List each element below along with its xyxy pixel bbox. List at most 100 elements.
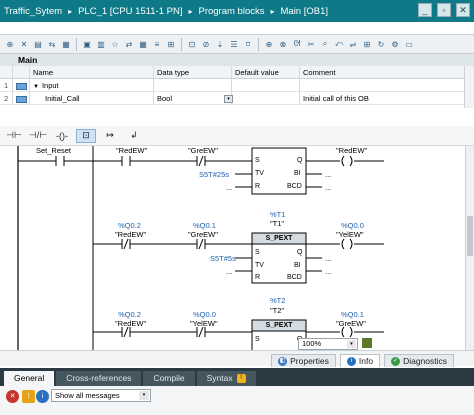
breadcrumb-project[interactable]: Traffic_Sytem [4,6,62,17]
open-all-icon[interactable]: ⊞ [165,38,177,50]
open-branch-icon[interactable]: ↦ [100,129,120,143]
toggle-icon[interactable]: ▤ [32,38,44,50]
tab-properties[interactable]: ◧ Properties [271,354,336,367]
favorites-icon[interactable]: ☆ [109,38,121,50]
expand-triangle-icon[interactable]: ▼ [33,84,39,90]
error-filter-icon[interactable]: ✕ [6,390,19,403]
tab-syntax[interactable]: Syntax ! [196,371,256,386]
normally-open-contact-icon[interactable]: ⊣⊢ [4,129,24,143]
settings-icon[interactable]: ⚙ [389,38,401,50]
rung2-bi-output[interactable]: ... [325,254,331,263]
breadcrumb-plc[interactable]: PLC_1 [CPU 1511-1 PN] [78,6,182,17]
rung3-coil-label[interactable]: "GreEW" [336,319,366,328]
window-icon[interactable]: ▭ [403,38,415,50]
rung1-contact2-label[interactable]: "RedEW" [116,146,147,155]
tab-compile[interactable]: Compile [143,371,195,386]
cell-data-type[interactable]: Bool [154,92,232,105]
rung1-tv-value[interactable]: S5T#25s [199,170,229,179]
cell-comment[interactable]: Initial call of this OB [300,92,464,105]
message-filter-dropdown-icon[interactable]: ▾ [139,391,149,400]
breakpoint-icon[interactable]: ⊘ [200,38,212,50]
cell-name[interactable]: Initial_Call [30,92,154,105]
close-button[interactable]: ✕ [456,3,470,17]
assign-icon[interactable]: ⇆ [46,38,58,50]
call-structure-icon[interactable]: ⊞ [361,38,373,50]
interface-scrollbar[interactable] [464,66,474,108]
cell-comment[interactable] [300,79,464,92]
cell-name[interactable]: ▼ Input [30,79,154,92]
rung2-tv-value[interactable]: S5T#5s [210,254,236,263]
rung1-coil-label[interactable]: "RedEW" [336,146,367,155]
table-row[interactable]: 1 ▼ Input [0,79,464,92]
glasses-icon[interactable]: ᘛ [291,38,303,50]
rung1-r-input[interactable]: ... [226,183,232,192]
rung2-coil-label[interactable]: "YelEW" [336,230,364,239]
monitoring-icon[interactable]: ⊡ [186,38,198,50]
cut-icon[interactable]: ✂ [305,38,317,50]
data-type-dropdown-button[interactable]: ▾ [224,95,233,103]
overview-icon[interactable] [362,338,372,348]
grid-icon[interactable]: ▦ [137,38,149,50]
coil-icon[interactable]: -()- [52,129,72,143]
table-row[interactable]: 2 Initial_Call Bool Initial call of this… [0,92,464,105]
ladder-scrollbar-thumb[interactable] [467,216,473,256]
column-header-name[interactable]: Name [30,66,154,79]
replace-icon[interactable]: ⤺ [333,38,345,50]
watch-icon[interactable]: ⊗ [277,38,289,50]
column-header-default-value[interactable]: Default value [232,66,300,79]
insert-network-icon[interactable]: ⊕ [4,38,16,50]
rung1-bi-output[interactable]: ... [325,170,331,179]
zoom-icon[interactable]: ⊕ [263,38,275,50]
breadcrumb-main-ob1[interactable]: Main [OB1] [281,6,329,17]
expand-icon[interactable]: ▦ [60,38,72,50]
rung1-timer-bi-pin: BI [294,170,301,177]
ladder-canvas[interactable]: Set_Reset "RedEW" "GreEW" "RedEW" S TV R… [0,146,465,350]
refresh-icon[interactable]: ↻ [375,38,387,50]
tab-diagnostics[interactable]: ✓ Diagnostics [384,354,454,367]
delete-network-icon[interactable]: ✕ [18,38,30,50]
absolute-operands-icon[interactable]: ▥ [95,38,107,50]
align-icon[interactable]: ☰ [228,38,240,50]
empty-box-icon[interactable]: ⊡ [76,128,96,143]
column-header-data-type[interactable]: Data type [154,66,232,79]
rung2-contact1-label[interactable]: "RedEW" [115,230,146,239]
column-header-comment[interactable]: Comment [300,66,464,79]
cell-default-value[interactable] [232,79,300,92]
rung2-timer-r-pin: R [255,274,261,281]
row-number: 2 [0,92,13,105]
rung3-timer-name[interactable]: "T2" [270,306,284,315]
rung2-timer-name[interactable]: "T1" [270,219,284,228]
tab-info[interactable]: i Info [339,354,381,367]
rung1-bcd-output[interactable]: ... [325,183,331,192]
rung1-contact1-label[interactable]: Set_Reset [36,146,71,155]
breadcrumb-program-blocks[interactable]: Program blocks [198,6,264,17]
restore-button[interactable]: ▫ [437,3,451,17]
close-branch-icon[interactable]: ↲ [124,129,144,143]
interface-header-row: Name Data type Default value Comment [0,66,464,79]
cell-default-value[interactable] [232,92,300,105]
network-navigation-icon[interactable]: ⇄ [123,38,135,50]
move-down-icon[interactable]: ⇣ [214,38,226,50]
bookmark-icon[interactable]: ⌑ [242,38,254,50]
warning-filter-icon[interactable]: ! [22,390,35,403]
rung2-bcd-output[interactable]: ... [325,267,331,276]
rung1-contact3-label[interactable]: "GreEW" [188,146,218,155]
message-filter-select[interactable]: Show all messages ▾ [51,389,151,402]
cell-data-type[interactable] [154,79,232,92]
rung2-r-input[interactable]: ... [226,267,232,276]
zoom-dropdown-icon[interactable]: ▾ [347,340,356,348]
rung2-contact2-label[interactable]: "GreEW" [188,230,218,239]
minimize-button[interactable]: _ [418,3,432,17]
normally-closed-contact-icon[interactable]: ⊣/⊢ [28,129,48,143]
insert-row-icon[interactable]: ≡ [151,38,163,50]
ladder-scrollbar[interactable] [465,146,474,350]
network-comments-icon[interactable]: ▣ [81,38,93,50]
zoom-select[interactable]: 100% ▾ [298,338,358,350]
rung3-contact2-label[interactable]: "YelEW" [190,319,218,328]
tab-general[interactable]: General [4,371,55,386]
tab-cross-references[interactable]: Cross-references [56,371,142,386]
rung3-contact1-label[interactable]: "RedEW" [115,319,146,328]
compare-icon[interactable]: ⇌ [347,38,359,50]
search-icon[interactable]: ⌕ [319,38,331,50]
info-filter-icon[interactable]: i [36,390,49,403]
